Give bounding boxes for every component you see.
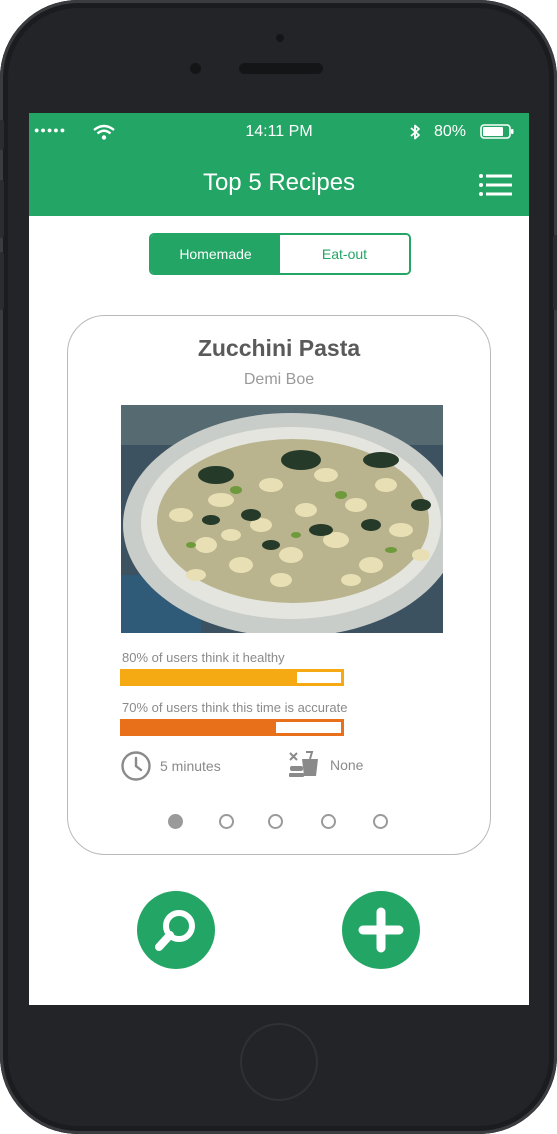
clock-icon: [121, 751, 151, 781]
proximity-sensor: [276, 34, 284, 42]
source-toggle: Homemade Eat-out: [149, 233, 411, 275]
dietary-info-text: None: [330, 757, 364, 773]
time-accuracy-stat-bar: [120, 719, 344, 736]
status-bar: ●●●●● 14:11 PM 80%: [29, 113, 529, 151]
tab-homemade[interactable]: Homemade: [151, 235, 280, 273]
dietary-info: None: [288, 750, 363, 780]
prep-time: 5 minutes: [120, 750, 221, 782]
bluetooth-icon: [410, 124, 420, 140]
prep-time-text: 5 minutes: [160, 758, 221, 774]
menu-list-icon[interactable]: [478, 173, 512, 197]
earpiece-speaker: [239, 63, 323, 74]
home-button[interactable]: [240, 1023, 318, 1101]
pager-dot[interactable]: [268, 814, 283, 829]
app-screen: ●●●●● 14:11 PM 80% Top 5 Recipes Homemad…: [29, 113, 529, 1005]
pager-dot[interactable]: [219, 814, 234, 829]
page-title: Top 5 Recipes: [202, 169, 356, 196]
phone-frame: ●●●●● 14:11 PM 80% Top 5 Recipes Homemad…: [0, 0, 557, 1134]
no-food-icon: [289, 751, 318, 777]
healthy-stat-label: 80% of users think it healthy: [122, 650, 285, 665]
search-button[interactable]: [137, 891, 215, 969]
volume-down-button: [0, 252, 4, 310]
search-icon: [155, 910, 195, 951]
battery-icon: [480, 124, 514, 139]
volume-up-button: [0, 180, 4, 238]
tab-eat-out[interactable]: Eat-out: [280, 235, 409, 273]
plus-icon: [358, 907, 404, 953]
healthy-stat-bar: [120, 669, 344, 686]
pager-dot[interactable]: [321, 814, 336, 829]
recipe-title: Zucchini Pasta: [197, 335, 361, 361]
time-accuracy-stat-label: 70% of users think this time is accurate: [122, 700, 348, 715]
recipe-pager: [168, 814, 398, 830]
app-header: ●●●●● 14:11 PM 80% Top 5 Recipes: [29, 113, 529, 216]
pager-dot[interactable]: [373, 814, 388, 829]
front-camera: [190, 63, 201, 74]
silent-switch: [0, 120, 4, 150]
power-button: [553, 235, 557, 310]
add-recipe-button[interactable]: [342, 891, 420, 969]
recipe-card[interactable]: Zucchini Pasta Demi Boe 80% of users thi…: [67, 315, 491, 855]
recipe-photo: [121, 405, 443, 633]
recipe-author: Demi Boe: [243, 371, 315, 388]
pager-dot[interactable]: [168, 814, 183, 829]
battery-percent: 80%: [434, 123, 467, 140]
